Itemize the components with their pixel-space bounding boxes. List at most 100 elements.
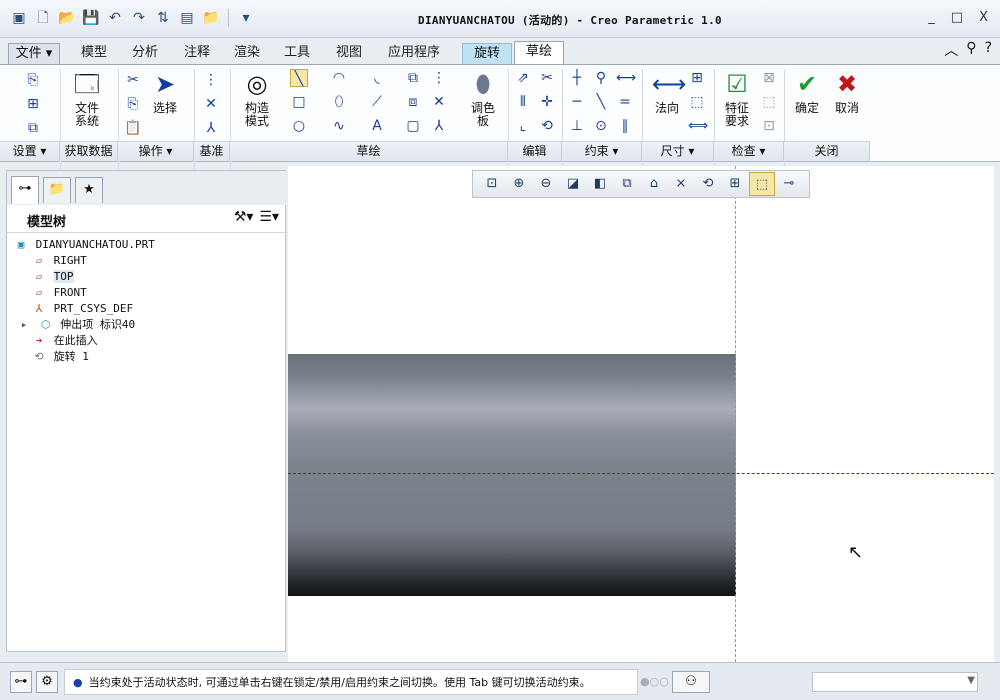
coincident-constraint-icon[interactable]: ⊙ [592,117,610,135]
cut-icon[interactable]: ✂ [124,71,142,89]
datum-display-icon[interactable]: ⨯ [668,172,694,196]
zoom-out-icon[interactable]: ⊖ [533,172,559,196]
fillet-tool-icon[interactable]: ◟ [368,69,386,87]
maximize-button[interactable]: □ [951,10,963,25]
tab-sketch[interactable]: 草绘 [514,41,564,64]
text-tool-icon[interactable]: A [368,117,386,135]
thicken-tool-icon[interactable]: ⧈ [404,93,422,111]
tab-render[interactable]: 渲染 [226,43,268,64]
view-manager-icon[interactable]: ⌂ [641,172,667,196]
tree-node-revolve[interactable]: ⟲ 旋转 1 [13,349,283,365]
datum-centerline-icon[interactable]: ⋮ [202,71,220,89]
file-system-button[interactable]: 🗔 文件 系统 [64,69,110,128]
tree-node-insert-here[interactable]: ➔ 在此插入 [13,333,283,349]
perpendicular-constraint-icon[interactable]: ⊥ [568,117,586,135]
perimeter-dimension-icon[interactable]: ⊞ [688,69,706,87]
horizontal-constraint-icon[interactable]: ─ [568,93,586,111]
tree-settings-icon[interactable]: ⚒▾ [234,209,254,225]
vertical-constraint-icon[interactable]: ┼ [568,69,586,87]
cancel-button[interactable]: ✖ 取消 [824,69,870,115]
tab-analysis[interactable]: 分析 [124,43,166,64]
tangent-constraint-icon[interactable]: ⚲ [592,69,610,87]
tab-file[interactable]: 文件 ▾ [8,43,60,64]
selection-filter[interactable]: ▼ [812,672,978,692]
rectangle-tool-icon[interactable]: □ [290,93,308,111]
tree-node-extrude[interactable]: ▸ ⬡ 伸出项 标识40 [13,317,283,333]
save-icon[interactable]: 💾 [82,9,100,27]
open-icon[interactable]: 📂 [58,9,76,27]
sketch-setup-icon[interactable]: ⎘ [24,71,42,89]
navigator-toggle-icon[interactable]: ⊶ [10,671,32,693]
customize-toolbar-icon[interactable]: ▾ [237,9,255,27]
ellipse-tool-icon[interactable]: ⬯ [330,93,348,111]
csys-tool-icon[interactable]: ⅄ [430,117,448,135]
line-tool-icon[interactable]: ╲ [290,69,308,87]
tab-revolve[interactable]: 旋转 [462,43,512,64]
arc-tool-icon[interactable]: ◠ [330,69,348,87]
new-file-icon[interactable]: 🗋 [34,9,52,27]
tab-annotate[interactable]: 注释 [176,43,218,64]
datum-point-icon[interactable]: ✕ [202,95,220,113]
regenerate-icon[interactable]: ⇅ [154,9,172,27]
reference-dimension-icon[interactable]: ⬚ [688,93,706,111]
divide-icon[interactable]: ✂ [538,69,556,87]
minimize-button[interactable]: _ [928,10,935,25]
help-icon[interactable]: ? [985,40,992,60]
palette-button[interactable]: ⬮ 调色 板 [460,69,506,128]
corner-icon[interactable]: ⌞ [514,117,532,135]
find-icon[interactable]: ⚇ [672,671,710,693]
sketch-view-icon[interactable]: ⧉ [24,119,42,137]
tree-node-csys[interactable]: ⅄ PRT_CSYS_DEF [13,301,283,317]
undo-icon[interactable]: ↶ [106,9,124,27]
tab-applications[interactable]: 应用程序 [380,43,448,64]
expand-arrow-icon[interactable]: ▸ [17,317,31,333]
centerline-tool-icon[interactable]: ⋮ [430,69,448,87]
tab-tools[interactable]: 工具 [276,43,318,64]
baseline-dimension-icon[interactable]: ⟺ [688,117,708,135]
references-icon[interactable]: ⊞ [24,95,42,113]
project-tool-icon[interactable]: ▢ [404,117,422,135]
spin-center-icon[interactable]: ⟲ [695,172,721,196]
saved-orientations-icon[interactable]: ⧉ [614,172,640,196]
tree-node-top[interactable]: ▱ TOP [13,269,283,285]
construction-mode-button[interactable]: ◎ 构造 模式 [234,69,280,128]
close-button[interactable]: X [979,10,988,25]
sketcher-display-icon[interactable]: ⊸ [776,172,802,196]
offset-tool-icon[interactable]: ⧉ [404,69,422,87]
dropdown-arrow-icon[interactable]: ▼ [967,675,975,686]
delete-segment-icon[interactable]: ✛ [538,93,556,111]
rotate-resize-icon[interactable]: ⟲ [538,117,556,135]
display-style-icon[interactable]: ◧ [587,172,613,196]
mirror-icon[interactable]: ⫴ [514,93,532,111]
select-button[interactable]: ➤ 选择 [142,69,188,115]
collapse-ribbon-icon[interactable]: ︿ [944,40,958,60]
folder-browser-tab-icon[interactable]: 📁 [43,177,71,203]
group-inspect[interactable]: 检查 ▾ [714,142,784,162]
midpoint-constraint-icon[interactable]: ╲ [592,93,610,111]
parallel-constraint-icon[interactable]: ∥ [616,117,634,135]
model-tree-tab-icon[interactable]: ⊶ [11,176,39,204]
refit-icon[interactable]: ⊡ [479,172,505,196]
feature-requirements-button[interactable]: ☑ 特征 要求 [714,69,760,128]
sketch-view-icon[interactable]: ⬚ [749,172,775,196]
overlapping-geometry-icon[interactable]: ⊠ [760,69,778,87]
group-dimension[interactable]: 尺寸 ▾ [642,142,714,162]
search-icon[interactable]: ⚲ [966,40,976,60]
windows-icon[interactable]: ▤ [178,9,196,27]
app-logo-icon[interactable]: ▣ [10,9,28,27]
datum-csys-icon[interactable]: ⅄ [202,119,220,137]
equal-constraint-icon[interactable]: = [616,93,634,111]
graphics-window[interactable]: ⊡ ⊕ ⊖ ◪ ◧ ⧉ ⌂ ⨯ ⟲ ⊞ ⬚ ⊸ ↖ [288,166,994,662]
repaint-icon[interactable]: ◪ [560,172,586,196]
tab-view[interactable]: 视图 [328,43,370,64]
redo-icon[interactable]: ↷ [130,9,148,27]
browser-toggle-icon[interactable]: ⚙ [36,671,58,693]
tree-node-part[interactable]: ▣ DIANYUANCHATOU.PRT [13,237,283,253]
paste-icon[interactable]: 📋 [124,119,142,137]
folder-icon[interactable]: 📁 [202,9,220,27]
symmetric-constraint-icon[interactable]: ⟷ [616,69,636,87]
circle-tool-icon[interactable]: ○ [290,117,308,135]
favorites-tab-icon[interactable]: ★ [75,177,103,203]
point-tool-icon[interactable]: ✕ [430,93,448,111]
highlight-open-ends-icon[interactable]: ⬚ [760,93,778,111]
